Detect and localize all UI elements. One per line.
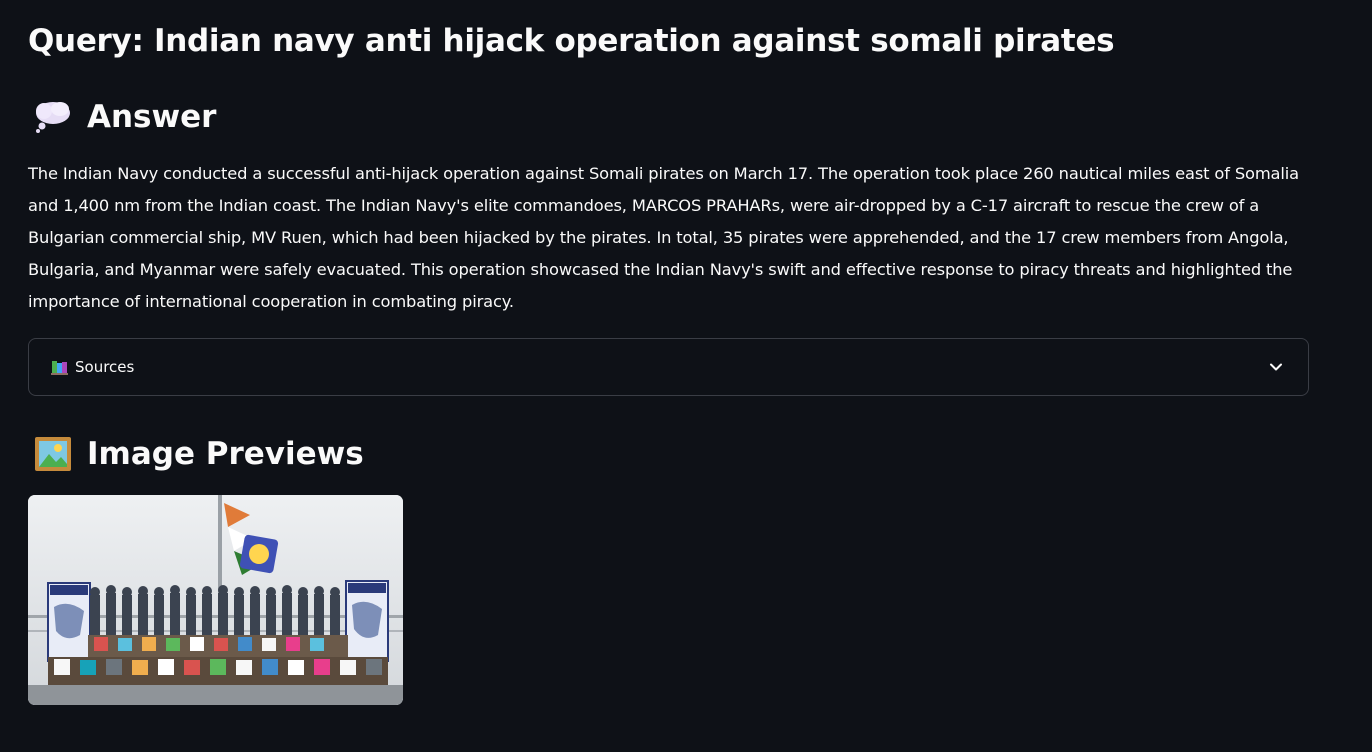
- preview-image-navy-pirates[interactable]: [28, 495, 403, 705]
- thought-balloon-icon: [32, 96, 74, 138]
- answer-heading-text: Answer: [87, 99, 217, 135]
- framed-picture-icon: [32, 433, 74, 475]
- query-title: Query: Indian navy anti hijack operation…: [28, 23, 1115, 59]
- sources-expander[interactable]: Sources: [28, 338, 1309, 396]
- books-icon: [51, 359, 69, 375]
- image-previews-heading-text: Image Previews: [87, 436, 364, 472]
- sources-label-group: Sources: [51, 358, 134, 376]
- answer-text: The Indian Navy conducted a successful a…: [28, 164, 1299, 311]
- image-previews-heading: Image Previews: [28, 433, 364, 475]
- main-container: Query: Indian navy anti hijack operation…: [28, 0, 1311, 705]
- sources-label-text: Sources: [75, 358, 135, 376]
- chevron-down-icon[interactable]: [1268, 359, 1284, 375]
- answer-heading: Answer: [28, 96, 216, 138]
